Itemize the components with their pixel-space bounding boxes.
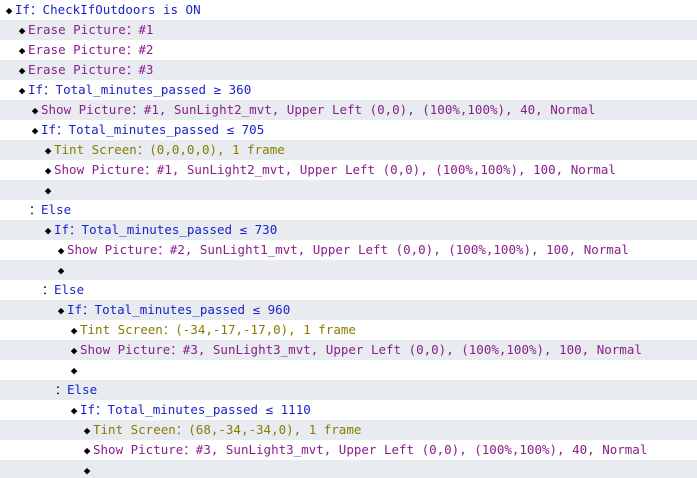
- command-row[interactable]: ◆ Erase Picture：#1: [0, 20, 697, 40]
- command-row[interactable]: ◆ If：Total_minutes_passed ≥ 360: [0, 80, 697, 100]
- diamond-marker-icon: ◆: [44, 164, 52, 177]
- command-text: Tint Screen：(0,0,0,0), 1 frame: [54, 142, 285, 157]
- diamond-marker-icon: ◆: [18, 24, 26, 37]
- command-row[interactable]: ◆ Tint Screen：(-34,-17,-17,0), 1 frame: [0, 320, 697, 340]
- diamond-marker-icon: ◆: [44, 184, 52, 197]
- command-row[interactable]: ◆: [0, 360, 697, 380]
- command-row[interactable]: ◆ Erase Picture：#3: [0, 60, 697, 80]
- command-text: If：Total_minutes_passed ≤ 705: [41, 122, 265, 137]
- command-row[interactable]: ：Else: [0, 280, 697, 300]
- command-row[interactable]: ◆ Show Picture：#1, SunLight2_mvt, Upper L…: [0, 100, 697, 120]
- command-text: Show Picture：#3, SunLight3_mvt, Upper Le…: [80, 342, 642, 357]
- command-text: If：Total_minutes_passed ≤ 960: [67, 302, 291, 317]
- diamond-marker-icon: ◆: [83, 444, 91, 457]
- command-text: Tint Screen：(68,-34,-34,0), 1 frame: [93, 422, 362, 437]
- command-text: Show Picture：#2, SunLight1_mvt, Upper Le…: [67, 242, 629, 257]
- diamond-marker-icon: ◆: [44, 224, 52, 237]
- diamond-marker-icon: ◆: [70, 364, 78, 377]
- command-row[interactable]: ：Else: [0, 380, 697, 400]
- command-text: If：Total_minutes_passed ≤ 1110: [80, 402, 311, 417]
- command-text: Show Picture：#1, SunLight2_mvt, Upper Le…: [54, 162, 616, 177]
- command-row[interactable]: ◆ Tint Screen：(0,0,0,0), 1 frame: [0, 140, 697, 160]
- diamond-marker-icon: ◆: [18, 64, 26, 77]
- command-text: Erase Picture：#1: [28, 22, 154, 37]
- command-text: If：Total_minutes_passed ≥ 360: [28, 82, 252, 97]
- command-text: Show Picture：#3, SunLight3_mvt, Upper Le…: [93, 442, 648, 457]
- command-row[interactable]: ◆ Erase Picture：#2: [0, 40, 697, 60]
- diamond-marker-icon: ◆: [57, 264, 65, 277]
- command-row[interactable]: ◆ If：Total_minutes_passed ≤ 960: [0, 300, 697, 320]
- command-text: If：Total_minutes_passed ≤ 730: [54, 222, 278, 237]
- command-row[interactable]: ◆ If：Total_minutes_passed ≤ 1110: [0, 400, 697, 420]
- command-text: Else: [67, 382, 98, 397]
- command-row[interactable]: ◆ Show Picture：#3, SunLight3_mvt, Upper L…: [0, 340, 697, 360]
- command-text: Erase Picture：#3: [28, 62, 154, 77]
- else-marker-icon: ：: [55, 383, 68, 397]
- diamond-marker-icon: ◆: [70, 324, 78, 337]
- command-text: Else: [54, 282, 85, 297]
- command-text: Tint Screen：(-34,-17,-17,0), 1 frame: [80, 322, 356, 337]
- diamond-marker-icon: ◆: [70, 344, 78, 357]
- diamond-marker-icon: ◆: [57, 244, 65, 257]
- command-row[interactable]: ◆ Show Picture：#2, SunLight1_mvt, Upper L…: [0, 240, 697, 260]
- diamond-marker-icon: ◆: [44, 144, 52, 157]
- command-row[interactable]: ◆: [0, 180, 697, 200]
- event-command-list[interactable]: ◆ If：CheckIfOutdoors is ON ◆ Erase Picture：…: [0, 0, 697, 478]
- command-text: Erase Picture：#2: [28, 42, 154, 57]
- diamond-marker-icon: ◆: [18, 84, 26, 97]
- command-text: Else: [41, 202, 72, 217]
- command-row[interactable]: ◆ If：Total_minutes_passed ≤ 705: [0, 120, 697, 140]
- else-marker-icon: ：: [42, 283, 55, 297]
- else-marker-icon: ：: [29, 203, 42, 217]
- command-row[interactable]: ◆ Tint Screen：(68,-34,-34,0), 1 frame: [0, 420, 697, 440]
- command-row[interactable]: ◆ Show Picture：#1, SunLight2_mvt, Upper L…: [0, 160, 697, 180]
- command-row[interactable]: ◆: [0, 460, 697, 478]
- diamond-marker-icon: ◆: [5, 4, 13, 17]
- command-text: If：CheckIfOutdoors is ON: [15, 2, 201, 17]
- command-row[interactable]: ◆ If：Total_minutes_passed ≤ 730: [0, 220, 697, 240]
- diamond-marker-icon: ◆: [83, 464, 91, 477]
- diamond-marker-icon: ◆: [31, 124, 39, 137]
- diamond-marker-icon: ◆: [70, 404, 78, 417]
- command-text: Show Picture：#1, SunLight2_mvt, Upper Le…: [41, 102, 596, 117]
- command-row[interactable]: ◆: [0, 260, 697, 280]
- diamond-marker-icon: ◆: [18, 44, 26, 57]
- command-row[interactable]: ◆ If：CheckIfOutdoors is ON: [0, 0, 697, 20]
- diamond-marker-icon: ◆: [57, 304, 65, 317]
- command-row[interactable]: ：Else: [0, 200, 697, 220]
- diamond-marker-icon: ◆: [83, 424, 91, 437]
- diamond-marker-icon: ◆: [31, 104, 39, 117]
- command-row[interactable]: ◆ Show Picture：#3, SunLight3_mvt, Upper L…: [0, 440, 697, 460]
